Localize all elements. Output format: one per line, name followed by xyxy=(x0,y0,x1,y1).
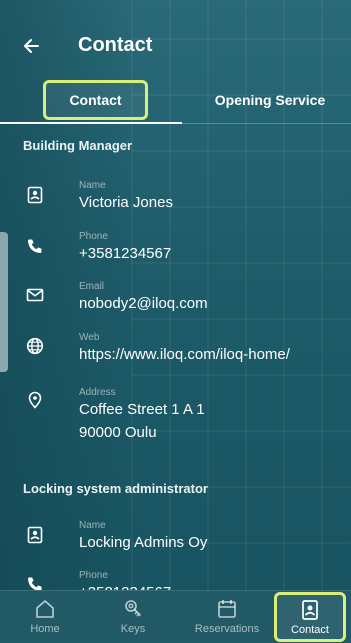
field-label: Phone xyxy=(79,570,108,581)
active-tab-indicator xyxy=(0,122,182,124)
tab-opening-service[interactable]: Opening Service xyxy=(205,80,335,120)
globe-icon xyxy=(26,337,44,355)
contact-screen: Contact Contact Opening Service Building… xyxy=(0,0,351,643)
field-label: Address xyxy=(79,387,116,398)
nav-label: Reservations xyxy=(194,623,260,635)
section-title-building-manager: Building Manager xyxy=(23,138,133,153)
nav-home[interactable]: Home xyxy=(20,591,70,643)
field-label: Name xyxy=(79,180,106,191)
field-label: Email xyxy=(79,281,105,292)
key-icon xyxy=(125,600,141,617)
field-value-line2: 90000 Oulu xyxy=(79,424,157,441)
nav-label: Keys xyxy=(120,623,146,635)
mail-icon xyxy=(26,288,44,302)
nav-label: Contact xyxy=(291,624,329,636)
field-label: Name xyxy=(79,520,106,531)
field-value: Locking Admins Oy xyxy=(79,534,208,551)
nav-keys[interactable]: Keys xyxy=(108,591,158,643)
field-value: Victoria Jones xyxy=(79,194,173,211)
contact-card-icon xyxy=(27,526,43,544)
contact-card-icon xyxy=(27,186,43,204)
field-value[interactable]: nobody2@iloq.com xyxy=(79,293,208,314)
side-drawer-handle[interactable] xyxy=(0,232,8,372)
tab-contact[interactable]: Contact xyxy=(43,80,148,120)
nav-reservations[interactable]: Reservations xyxy=(184,591,270,643)
home-icon xyxy=(36,600,54,618)
back-arrow-icon[interactable] xyxy=(22,34,42,58)
location-pin-icon xyxy=(28,391,42,409)
tab-bar: Contact Opening Service xyxy=(0,80,351,124)
field-value[interactable]: +3581234567 xyxy=(79,243,171,264)
top-app-bar: Contact xyxy=(0,30,351,66)
tab-divider xyxy=(182,123,351,124)
field-value-line1: Coffee Street 1 A 1 xyxy=(79,401,205,418)
field-value[interactable]: https://www.iloq.com/iloq-home/ xyxy=(79,344,290,365)
nav-label: Home xyxy=(30,623,60,635)
calendar-icon xyxy=(218,600,236,618)
section-title-locking-admin: Locking system administrator xyxy=(23,481,208,496)
contact-card-icon xyxy=(302,600,318,620)
phone-icon xyxy=(28,239,42,253)
nav-contact[interactable]: Contact xyxy=(274,592,346,642)
field-label: Web xyxy=(79,332,100,343)
field-label: Phone xyxy=(79,231,108,242)
page-title: Contact xyxy=(78,34,153,56)
bottom-navigation: Home Keys Reservations Contact xyxy=(0,590,351,643)
